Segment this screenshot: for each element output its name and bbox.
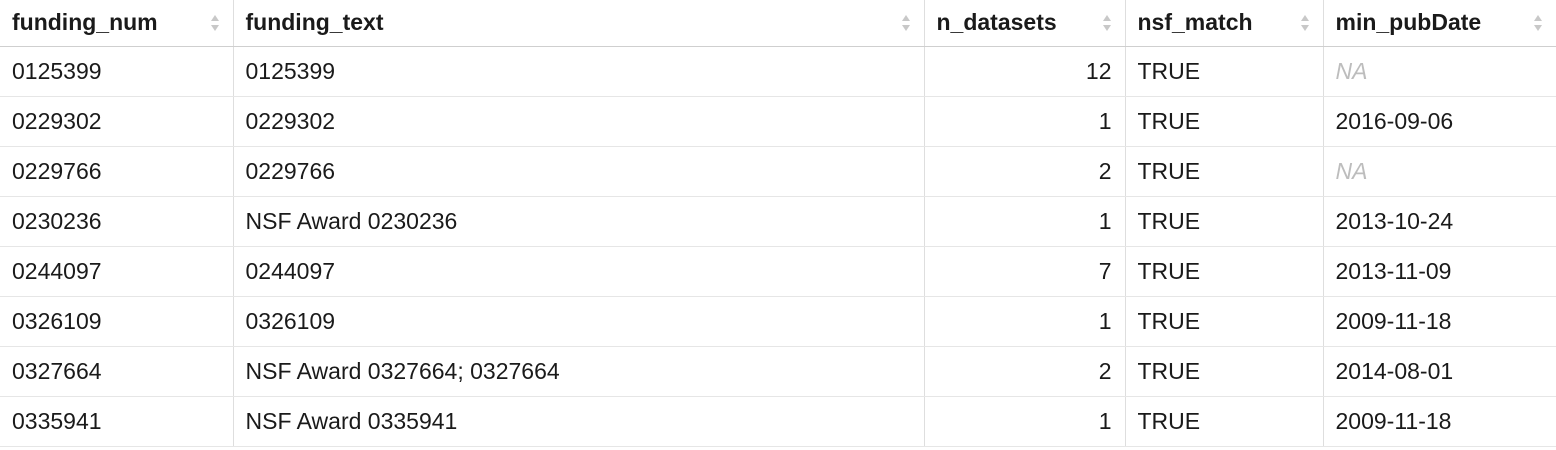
table-row: 0326109 0326109 1 TRUE 2009-11-18 xyxy=(0,296,1556,347)
cell-funding-text: NSF Award 0335941 xyxy=(233,396,925,447)
table-body: 0125399 0125399 12 TRUE NA 0229302 0229302 1 TRU… xyxy=(0,46,1556,447)
cell-min-pubdate: NA xyxy=(1323,146,1556,197)
cell-funding-num: 0229766 xyxy=(0,146,234,197)
cell-n-datasets: 1 xyxy=(924,396,1126,447)
cell-funding-num: 0229302 xyxy=(0,96,234,147)
column-header-funding-num[interactable]: funding_num xyxy=(0,0,234,47)
cell-min-pubdate: 2009-11-18 xyxy=(1323,296,1556,347)
cell-n-datasets: 1 xyxy=(924,296,1126,347)
cell-funding-text: 0125399 xyxy=(233,46,925,97)
column-header-min-pubdate[interactable]: min_pubDate xyxy=(1323,0,1556,47)
column-header-funding-text[interactable]: funding_text xyxy=(233,0,925,47)
table-row: 0125399 0125399 12 TRUE NA xyxy=(0,46,1556,97)
cell-nsf-match: TRUE xyxy=(1125,296,1324,347)
cell-n-datasets: 1 xyxy=(924,96,1126,147)
cell-funding-num: 0335941 xyxy=(0,396,234,447)
cell-min-pubdate: 2013-11-09 xyxy=(1323,246,1556,297)
cell-n-datasets: 2 xyxy=(924,146,1126,197)
data-table: funding_num funding_text n_datasets nsf_… xyxy=(0,0,1556,447)
cell-min-pubdate: 2013-10-24 xyxy=(1323,196,1556,247)
cell-funding-text: 0326109 xyxy=(233,296,925,347)
cell-funding-num: 0230236 xyxy=(0,196,234,247)
cell-funding-num: 0327664 xyxy=(0,346,234,397)
cell-funding-text: NSF Award 0327664; 0327664 xyxy=(233,346,925,397)
cell-funding-text: NSF Award 0230236 xyxy=(233,196,925,247)
sort-arrows-icon[interactable] xyxy=(1299,13,1311,33)
cell-nsf-match: TRUE xyxy=(1125,46,1324,97)
column-header-label: min_pubDate xyxy=(1335,9,1482,36)
cell-nsf-match: TRUE xyxy=(1125,146,1324,197)
column-header-label: nsf_match xyxy=(1137,9,1253,36)
data-table-viewer: funding_num funding_text n_datasets nsf_… xyxy=(0,0,1556,450)
table-row: 0229766 0229766 2 TRUE NA xyxy=(0,146,1556,197)
sort-arrows-icon[interactable] xyxy=(900,13,912,33)
sort-arrows-icon[interactable] xyxy=(1101,13,1113,33)
cell-nsf-match: TRUE xyxy=(1125,96,1324,147)
cell-nsf-match: TRUE xyxy=(1125,346,1324,397)
cell-min-pubdate: NA xyxy=(1323,46,1556,97)
table-row: 0229302 0229302 1 TRUE 2016-09-06 xyxy=(0,96,1556,147)
cell-nsf-match: TRUE xyxy=(1125,246,1324,297)
table-row: 0230236 NSF Award 0230236 1 TRUE 2013-10-24 xyxy=(0,196,1556,247)
cell-min-pubdate: 2014-08-01 xyxy=(1323,346,1556,397)
column-header-label: funding_num xyxy=(12,9,158,36)
cell-funding-num: 0244097 xyxy=(0,246,234,297)
cell-nsf-match: TRUE xyxy=(1125,196,1324,247)
cell-funding-num: 0326109 xyxy=(0,296,234,347)
sort-arrows-icon[interactable] xyxy=(1532,13,1544,33)
column-header-label: funding_text xyxy=(245,9,384,36)
column-header-n-datasets[interactable]: n_datasets xyxy=(924,0,1126,47)
column-header-nsf-match[interactable]: nsf_match xyxy=(1125,0,1324,47)
sort-arrows-icon[interactable] xyxy=(209,13,221,33)
table-row: 0244097 0244097 7 TRUE 2013-11-09 xyxy=(0,246,1556,297)
cell-funding-text: 0229302 xyxy=(233,96,925,147)
header-row: funding_num funding_text n_datasets nsf_… xyxy=(0,0,1556,47)
cell-funding-text: 0229766 xyxy=(233,146,925,197)
cell-funding-text: 0244097 xyxy=(233,246,925,297)
cell-nsf-match: TRUE xyxy=(1125,396,1324,447)
cell-n-datasets: 7 xyxy=(924,246,1126,297)
cell-n-datasets: 2 xyxy=(924,346,1126,397)
cell-min-pubdate: 2009-11-18 xyxy=(1323,396,1556,447)
table-row: 0335941 NSF Award 0335941 1 TRUE 2009-11-18 xyxy=(0,396,1556,447)
cell-funding-num: 0125399 xyxy=(0,46,234,97)
table-row: 0327664 NSF Award 0327664; 0327664 2 TRUE 20… xyxy=(0,346,1556,397)
cell-min-pubdate: 2016-09-06 xyxy=(1323,96,1556,147)
cell-n-datasets: 1 xyxy=(924,196,1126,247)
column-header-label: n_datasets xyxy=(936,9,1057,36)
cell-n-datasets: 12 xyxy=(924,46,1126,97)
